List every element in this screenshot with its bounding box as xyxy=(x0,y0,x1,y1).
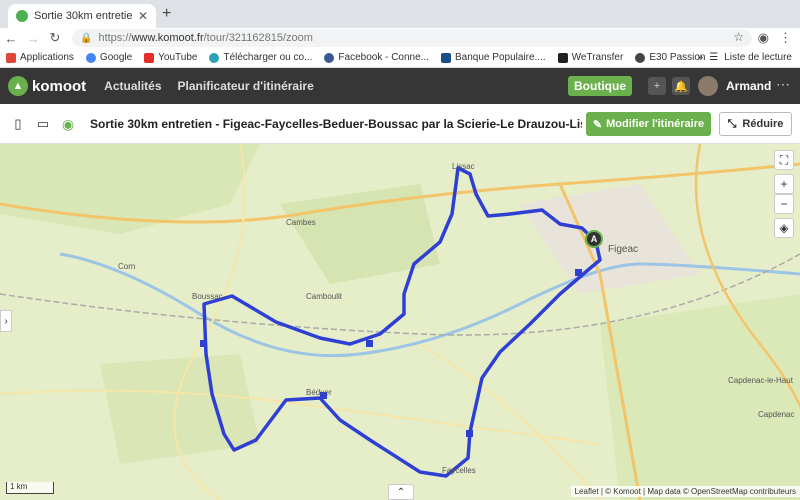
tab-title: Sortie 30km entretien - Figeac xyxy=(34,10,132,22)
place-label: Capdenac xyxy=(758,410,795,419)
apps-icon xyxy=(6,52,16,63)
tour-toolbar: ▯ ▭ ◉ Sortie 30km entretien - Figeac-Fay… xyxy=(0,104,800,144)
avatar[interactable] xyxy=(698,76,718,96)
tour-title: Sortie 30km entretien - Figeac-Faycelles… xyxy=(90,117,582,131)
facebook-icon xyxy=(324,52,335,63)
map-attribution: Leaflet | © Komoot | Map data © OpenStre… xyxy=(570,486,800,497)
globe-icon xyxy=(209,52,220,63)
lock-icon: 🔒 xyxy=(80,32,93,44)
bookmarks-bar: Applications Google YouTube Télécharger … xyxy=(0,48,800,68)
map-canvas xyxy=(0,144,800,500)
collapse-icon: ⤡ xyxy=(727,117,737,130)
reading-list[interactable]: » ☰ Liste de lecture xyxy=(698,52,792,63)
more-icon[interactable]: ⋯ xyxy=(776,76,790,93)
fullscreen-icon[interactable]: ⛶ xyxy=(774,150,794,170)
app-header: ▲ komoot Actualités Planificateur d'itin… xyxy=(0,68,800,104)
scale-bar: 1 km xyxy=(6,482,54,494)
bookmark-item[interactable]: YouTube xyxy=(144,52,197,63)
place-label: Corn xyxy=(118,262,136,271)
forward-icon[interactable]: → xyxy=(22,31,44,46)
layers-icon[interactable]: ◈ xyxy=(774,218,794,238)
komoot-logo[interactable]: ▲ komoot xyxy=(8,76,86,96)
bookmark-item[interactable]: Banque Populaire.... xyxy=(441,52,546,63)
youtube-icon xyxy=(144,52,155,63)
edit-route-button[interactable]: ✎ Modifier l'itinéraire xyxy=(586,112,711,136)
bookmark-item[interactable]: Applications xyxy=(6,52,74,63)
nav-actualites[interactable]: Actualités xyxy=(104,79,161,93)
google-icon xyxy=(85,52,96,63)
start-marker[interactable]: A xyxy=(585,230,603,248)
map-view[interactable]: Lissac Cambes Camboulit Corn Boussac Béd… xyxy=(0,144,800,500)
zoom-out-button[interactable]: − xyxy=(774,194,794,214)
username[interactable]: Armand xyxy=(726,79,771,93)
url-input[interactable]: 🔒 https://www.komoot.fr/tour/321162815/z… xyxy=(72,29,752,47)
bmw-icon xyxy=(635,52,646,63)
bell-icon[interactable]: 🔔 xyxy=(672,77,690,95)
place-label: Béduer xyxy=(306,388,332,397)
place-label: Faycelles xyxy=(442,466,476,475)
shop-button[interactable]: Boutique xyxy=(568,76,632,96)
komoot-mountain-icon: ▲ xyxy=(8,76,28,96)
profile-icon[interactable]: ◉ xyxy=(758,30,769,46)
bookmark-item[interactable]: WeTransfer xyxy=(557,52,623,63)
browser-tab[interactable]: Sortie 30km entretien - Figeac ✕ xyxy=(8,4,156,28)
place-label: Capdenac-le-Haut xyxy=(728,376,793,385)
bookmark-item[interactable]: Google xyxy=(85,52,132,63)
bottom-panel-icon[interactable]: ▭ xyxy=(35,116,51,132)
eye-icon[interactable]: ◉ xyxy=(60,116,76,132)
menu-icon[interactable]: ⋮ xyxy=(779,30,792,46)
add-icon[interactable]: + xyxy=(648,77,666,95)
place-label: Cambes xyxy=(286,218,316,227)
wetransfer-icon xyxy=(557,52,568,63)
back-icon[interactable]: ← xyxy=(0,31,22,46)
place-label: Camboulit xyxy=(306,292,343,301)
expand-sidebar-icon[interactable]: › xyxy=(0,310,12,332)
bank-icon xyxy=(441,52,452,63)
zoom-in-button[interactable]: + xyxy=(774,174,794,194)
pencil-icon: ✎ xyxy=(592,118,603,131)
place-label: Boussac xyxy=(192,292,223,301)
bookmark-item[interactable]: Télécharger ou co... xyxy=(209,52,312,63)
nav-route-planner[interactable]: Planificateur d'itinéraire xyxy=(178,79,314,93)
bookmark-item[interactable]: E30 Passion xyxy=(635,52,705,63)
overflow-chevron-icon[interactable]: » xyxy=(698,52,704,63)
sidebar-toggle-icon[interactable]: ▯ xyxy=(10,116,26,132)
bookmark-item[interactable]: Facebook - Conne... xyxy=(324,52,429,63)
reduce-button[interactable]: ⤡ Réduire xyxy=(719,112,792,136)
place-label: Lissac xyxy=(452,162,475,171)
address-bar: ← → ↻ 🔒 https://www.komoot.fr/tour/32116… xyxy=(0,28,800,48)
reload-icon[interactable]: ↻ xyxy=(44,30,66,46)
browser-actions: ◉ ⋮ xyxy=(758,30,792,46)
new-tab-icon[interactable]: + xyxy=(162,5,171,23)
reading-list-icon: ☰ xyxy=(709,52,719,63)
komoot-favicon-icon xyxy=(16,10,28,22)
place-label: Figeac xyxy=(608,244,639,255)
expand-bottom-panel-icon[interactable]: ⌃ xyxy=(388,484,414,500)
close-icon[interactable]: ✕ xyxy=(138,9,148,23)
browser-tab-bar: Sortie 30km entretien - Figeac ✕ + xyxy=(0,0,800,28)
bookmark-star-icon[interactable]: ☆ xyxy=(733,30,744,44)
url-text: https://www.komoot.fr/tour/321162815/zoo… xyxy=(98,32,313,44)
